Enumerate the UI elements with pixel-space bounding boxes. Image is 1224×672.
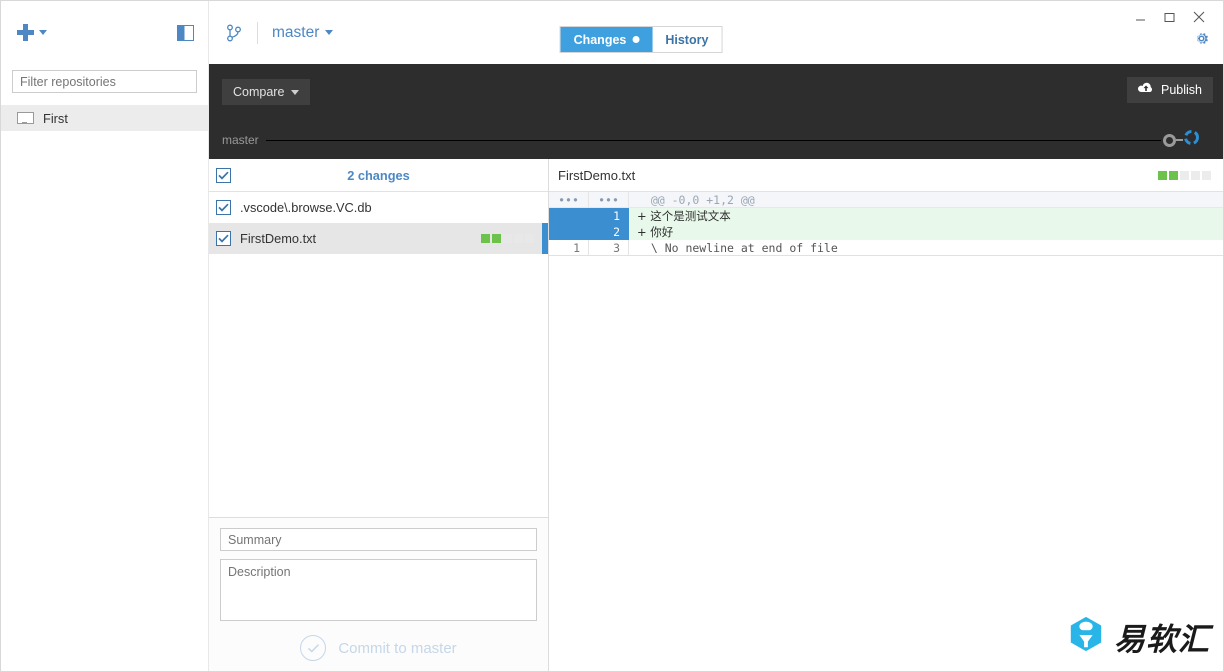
compare-button-label: Compare: [233, 85, 285, 99]
gear-icon[interactable]: [1193, 30, 1213, 52]
branch-timeline: master: [209, 122, 1223, 158]
chevron-down-icon: [291, 89, 300, 95]
diff-filename-label: FirstDemo.txt: [558, 167, 636, 183]
diff-gutter-new: 1: [589, 208, 629, 224]
diff-line-added[interactable]: 2 + 你好: [549, 224, 1223, 240]
timeline-line: [266, 139, 1161, 141]
diff-line-text: \ No newline at end of file: [637, 241, 838, 255]
changes-header: 2 changes: [209, 159, 548, 192]
diff-gutter-old: [549, 224, 589, 240]
diff-stat: [1158, 170, 1211, 180]
chevron-down-icon: [325, 30, 334, 35]
changes-count-label: 2 changes: [347, 167, 410, 183]
window-controls-area: [1073, 1, 1223, 64]
tab-history-label: History: [665, 32, 709, 47]
branch-bar: master Changes History: [209, 1, 1073, 64]
commit-to-master-button[interactable]: Commit to master: [220, 625, 537, 671]
diff-gutter-old: 1: [549, 240, 589, 255]
sidebar-toggle-icon[interactable]: [177, 24, 194, 41]
compare-button[interactable]: Compare: [222, 79, 311, 105]
diff-line-text: + 这个是测试文本: [637, 209, 731, 223]
file-row-vscode-db[interactable]: .vscode\.browse.VC.db: [209, 192, 548, 223]
file-diff-stat: [481, 234, 534, 243]
changes-indicator-dot: [632, 36, 640, 43]
cloud-upload-icon: [1137, 82, 1154, 98]
timeline-branch-label: master: [222, 133, 259, 147]
diff-line-added[interactable]: 1 + 这个是测试文本: [549, 208, 1223, 224]
file-checkbox[interactable]: [216, 200, 231, 215]
repository-sidebar: First: [1, 64, 209, 671]
close-button[interactable]: [1184, 7, 1213, 27]
select-all-checkbox[interactable]: [216, 167, 231, 183]
timeline-connector: [1176, 139, 1183, 141]
commit-description-input[interactable]: [220, 559, 537, 621]
check-circle-icon: [300, 635, 327, 661]
file-name-label: FirstDemo.txt: [240, 231, 317, 246]
compare-toolbar: Compare Publish master: [209, 64, 1223, 159]
diff-header: FirstDemo.txt: [549, 159, 1223, 192]
diff-gutter-old: [549, 208, 589, 224]
diff-line-hunk: ••• ••• @@ -0,0 +1,2 @@: [549, 192, 1223, 208]
diff-line-text: @@ -0,0 +1,2 @@: [637, 193, 755, 207]
repository-name-label: First: [43, 110, 68, 126]
add-repository-button[interactable]: [17, 24, 47, 41]
diff-line-text: + 你好: [637, 225, 674, 239]
minimize-button[interactable]: [1126, 7, 1155, 27]
sidebar-header: [1, 1, 209, 64]
commit-form: Commit to master: [209, 517, 548, 671]
changes-panel: 2 changes .vscode\.browse.VC.db FirstDem…: [209, 159, 549, 671]
monitor-icon: [17, 112, 34, 124]
publish-button[interactable]: Publish: [1127, 77, 1213, 103]
sidebar-item-first[interactable]: First: [1, 105, 208, 131]
file-checkbox[interactable]: [216, 231, 231, 246]
commit-summary-input[interactable]: [220, 528, 537, 551]
commit-button-label: Commit to master: [338, 639, 457, 657]
changed-files-list: .vscode\.browse.VC.db FirstDemo.txt: [209, 192, 548, 517]
tab-history[interactable]: History: [652, 27, 721, 52]
plus-icon: [17, 24, 34, 41]
tab-bar: Changes History: [559, 26, 723, 53]
filter-repositories-input[interactable]: [12, 70, 197, 93]
timeline-node-blue: [1183, 129, 1200, 151]
diff-gutter-new: 3: [589, 240, 629, 255]
github-desktop-window: master Changes History Filter repositori…: [0, 0, 1224, 672]
filter-wrap: [1, 64, 208, 105]
file-row-firstdemo[interactable]: FirstDemo.txt: [209, 223, 548, 254]
branch-name-label: master: [272, 23, 320, 41]
diff-body: ••• ••• @@ -0,0 +1,2 @@ 1 + 这个是测试文本 2 + …: [549, 192, 1223, 671]
app-body: First Compare Publish: [1, 64, 1223, 671]
diff-gutter-old: •••: [549, 192, 589, 207]
file-name-label: .vscode\.browse.VC.db: [240, 200, 372, 215]
tab-changes-label: Changes: [573, 32, 627, 47]
main-content: Compare Publish master 2 changes .vscode…: [209, 64, 1223, 671]
diff-gutter-new: 2: [589, 224, 629, 240]
maximize-button[interactable]: [1155, 7, 1184, 27]
git-branch-icon: [225, 23, 243, 43]
lower-split: 2 changes .vscode\.browse.VC.db FirstDem…: [209, 159, 1223, 671]
window-controls: [1126, 7, 1213, 27]
divider: [257, 21, 258, 44]
diff-panel: FirstDemo.txt ••• ••• @@ -0,0 +1,2 @@ 1 …: [549, 159, 1223, 671]
diff-gutter-new: •••: [589, 192, 629, 207]
tab-changes[interactable]: Changes: [560, 27, 653, 52]
top-bar: master Changes History: [1, 1, 1223, 64]
timeline-nodes: [1163, 129, 1223, 151]
publish-button-label: Publish: [1161, 83, 1202, 97]
branch-selector[interactable]: master: [272, 23, 334, 42]
timeline-node-gray: [1163, 133, 1176, 147]
diff-line-no-newline: 1 3 \ No newline at end of file: [549, 240, 1223, 256]
chevron-down-icon: [39, 30, 47, 35]
